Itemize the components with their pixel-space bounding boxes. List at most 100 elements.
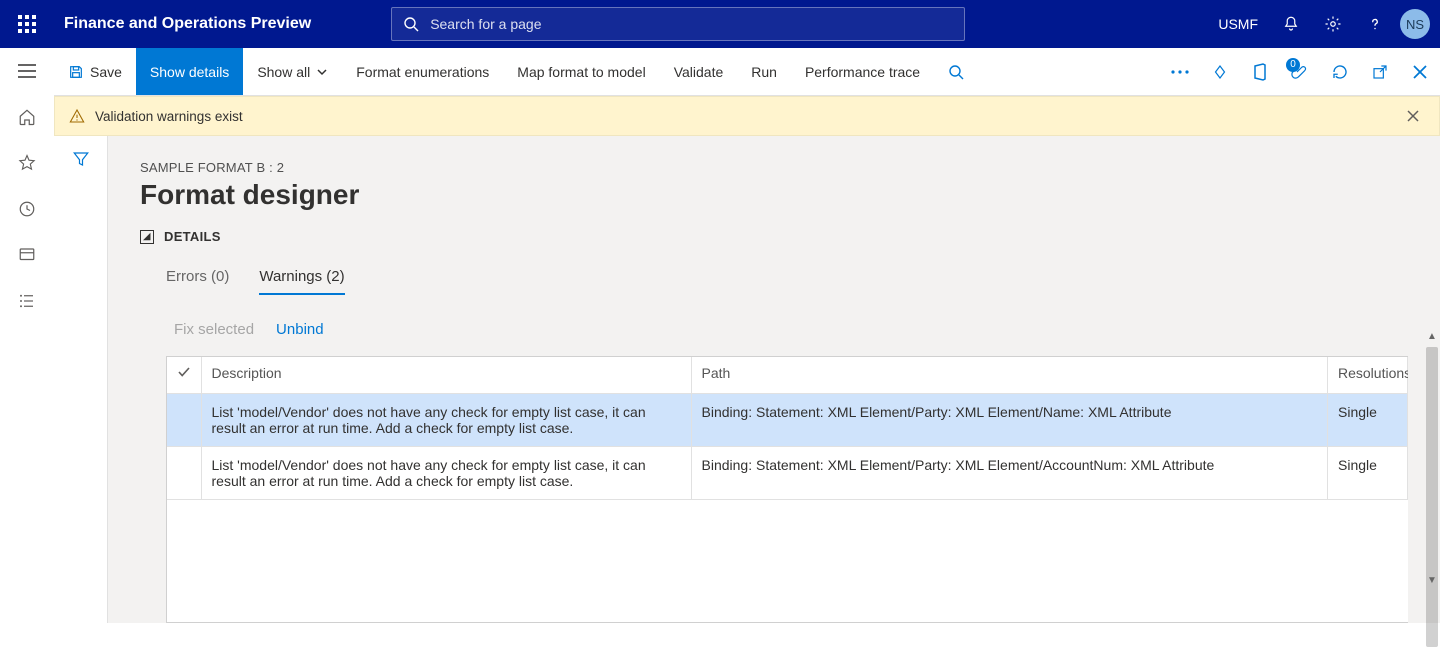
filter-strip: [54, 136, 108, 623]
refresh-icon: [1331, 63, 1349, 81]
nav-workspaces-button[interactable]: [0, 232, 54, 278]
run-label: Run: [751, 64, 777, 80]
more-actions-button[interactable]: [1160, 48, 1200, 96]
details-section-header[interactable]: ◢ DETAILS: [140, 229, 1408, 244]
search-icon: [948, 64, 964, 80]
app-launcher-button[interactable]: [0, 0, 54, 48]
performance-trace-button[interactable]: Performance trace: [791, 48, 934, 95]
help-button[interactable]: [1354, 0, 1396, 48]
show-all-label: Show all: [257, 64, 310, 80]
col-description[interactable]: Description: [201, 357, 691, 393]
row-select-cell[interactable]: [167, 393, 201, 446]
performance-trace-label: Performance trace: [805, 64, 920, 80]
unbind-button[interactable]: Unbind: [276, 321, 324, 338]
nav-collapse-button[interactable]: [0, 48, 54, 94]
home-icon: [18, 108, 36, 126]
grid-header-row: Description Path Resolutions: [167, 357, 1408, 393]
settings-button[interactable]: [1312, 0, 1354, 48]
run-button[interactable]: Run: [737, 48, 791, 95]
close-button[interactable]: [1400, 48, 1440, 96]
grid-actions: Fix selected Unbind: [140, 321, 1408, 338]
col-path[interactable]: Path: [691, 357, 1328, 393]
cell-resolutions: Single: [1328, 446, 1408, 499]
cell-resolutions: Single: [1328, 393, 1408, 446]
hamburger-icon: [18, 64, 36, 78]
power-apps-icon: [1211, 63, 1229, 81]
power-apps-button[interactable]: [1200, 48, 1240, 96]
actionbar-search-button[interactable]: [934, 48, 978, 95]
popout-icon: [1372, 64, 1388, 80]
global-search[interactable]: Search for a page: [391, 7, 965, 41]
breadcrumb: SAMPLE FORMAT B : 2: [140, 160, 1408, 175]
nav-favorites-button[interactable]: [0, 140, 54, 186]
show-details-label: Show details: [150, 64, 229, 80]
attachments-button[interactable]: 0: [1280, 48, 1320, 96]
show-details-button[interactable]: Show details: [136, 48, 243, 95]
page-title: Format designer: [140, 179, 1408, 211]
waffle-icon: [18, 15, 36, 33]
filter-button[interactable]: [72, 150, 90, 623]
content-row: SAMPLE FORMAT B : 2 Format designer ◢ DE…: [54, 136, 1440, 623]
nav-modules-button[interactable]: [0, 278, 54, 324]
close-icon: [1413, 65, 1427, 79]
details-tabs: Errors (0) Warnings (2): [140, 268, 1408, 295]
attachments-badge: 0: [1286, 58, 1300, 72]
fix-selected-button: Fix selected: [174, 321, 254, 338]
cell-description: List 'model/Vendor' does not have any ch…: [201, 446, 691, 499]
office-button[interactable]: [1240, 48, 1280, 96]
nav-home-button[interactable]: [0, 94, 54, 140]
main-content: SAMPLE FORMAT B : 2 Format designer ◢ DE…: [108, 136, 1440, 623]
vertical-scrollbar[interactable]: ▲ ▼: [1424, 341, 1440, 573]
scroll-thumb[interactable]: [1426, 347, 1438, 647]
validate-label: Validate: [674, 64, 724, 80]
table-row[interactable]: List 'model/Vendor' does not have any ch…: [167, 393, 1408, 446]
header-right: USMF NS: [1206, 0, 1440, 48]
banner-close-button[interactable]: [1401, 106, 1425, 126]
select-all-header[interactable]: [167, 357, 201, 393]
format-enumerations-button[interactable]: Format enumerations: [342, 48, 503, 95]
left-nav-rail: [0, 48, 54, 623]
format-enumerations-label: Format enumerations: [356, 64, 489, 80]
search-placeholder: Search for a page: [430, 16, 541, 32]
row-select-cell[interactable]: [167, 446, 201, 499]
cell-path: Binding: Statement: XML Element/Party: X…: [691, 393, 1328, 446]
cell-path: Binding: Statement: XML Element/Party: X…: [691, 446, 1328, 499]
validation-banner: Validation warnings exist: [54, 96, 1440, 136]
validate-button[interactable]: Validate: [660, 48, 738, 95]
col-resolutions[interactable]: Resolutions: [1328, 357, 1408, 393]
nav-recents-button[interactable]: [0, 186, 54, 232]
cell-description: List 'model/Vendor' does not have any ch…: [201, 393, 691, 446]
close-icon: [1407, 110, 1419, 122]
warning-icon: [69, 108, 85, 124]
tab-errors[interactable]: Errors (0): [166, 268, 229, 295]
star-icon: [18, 154, 36, 172]
legal-entity-picker[interactable]: USMF: [1206, 0, 1270, 48]
scroll-up-icon: ▲: [1426, 331, 1438, 343]
tab-warnings[interactable]: Warnings (2): [259, 268, 344, 295]
list-icon: [18, 292, 36, 310]
office-icon: [1252, 63, 1268, 81]
save-button[interactable]: Save: [54, 48, 136, 95]
map-format-label: Map format to model: [517, 64, 645, 80]
show-all-button[interactable]: Show all: [243, 48, 342, 95]
refresh-button[interactable]: [1320, 48, 1360, 96]
funnel-icon: [72, 150, 90, 168]
clock-icon: [18, 200, 36, 218]
action-bar: Save Show details Show all Format enumer…: [54, 48, 1440, 96]
notifications-button[interactable]: [1270, 0, 1312, 48]
chevron-down-icon: [316, 66, 328, 78]
workspaces-icon: [18, 246, 36, 264]
scroll-down-icon: ▼: [1426, 575, 1438, 587]
question-icon: [1366, 15, 1384, 33]
search-icon: [392, 16, 430, 32]
user-avatar[interactable]: NS: [1400, 9, 1430, 39]
warnings-grid: Description Path Resolutions List 'model…: [166, 356, 1408, 623]
collapse-caret-icon: ◢: [140, 230, 154, 244]
save-icon: [68, 64, 84, 80]
popout-button[interactable]: [1360, 48, 1400, 96]
map-format-button[interactable]: Map format to model: [503, 48, 659, 95]
table-row[interactable]: List 'model/Vendor' does not have any ch…: [167, 446, 1408, 499]
app-header: Finance and Operations Preview Search fo…: [0, 0, 1440, 48]
app-title: Finance and Operations Preview: [54, 15, 311, 33]
page-body: Validation warnings exist SAMPLE FORMAT …: [54, 96, 1440, 623]
